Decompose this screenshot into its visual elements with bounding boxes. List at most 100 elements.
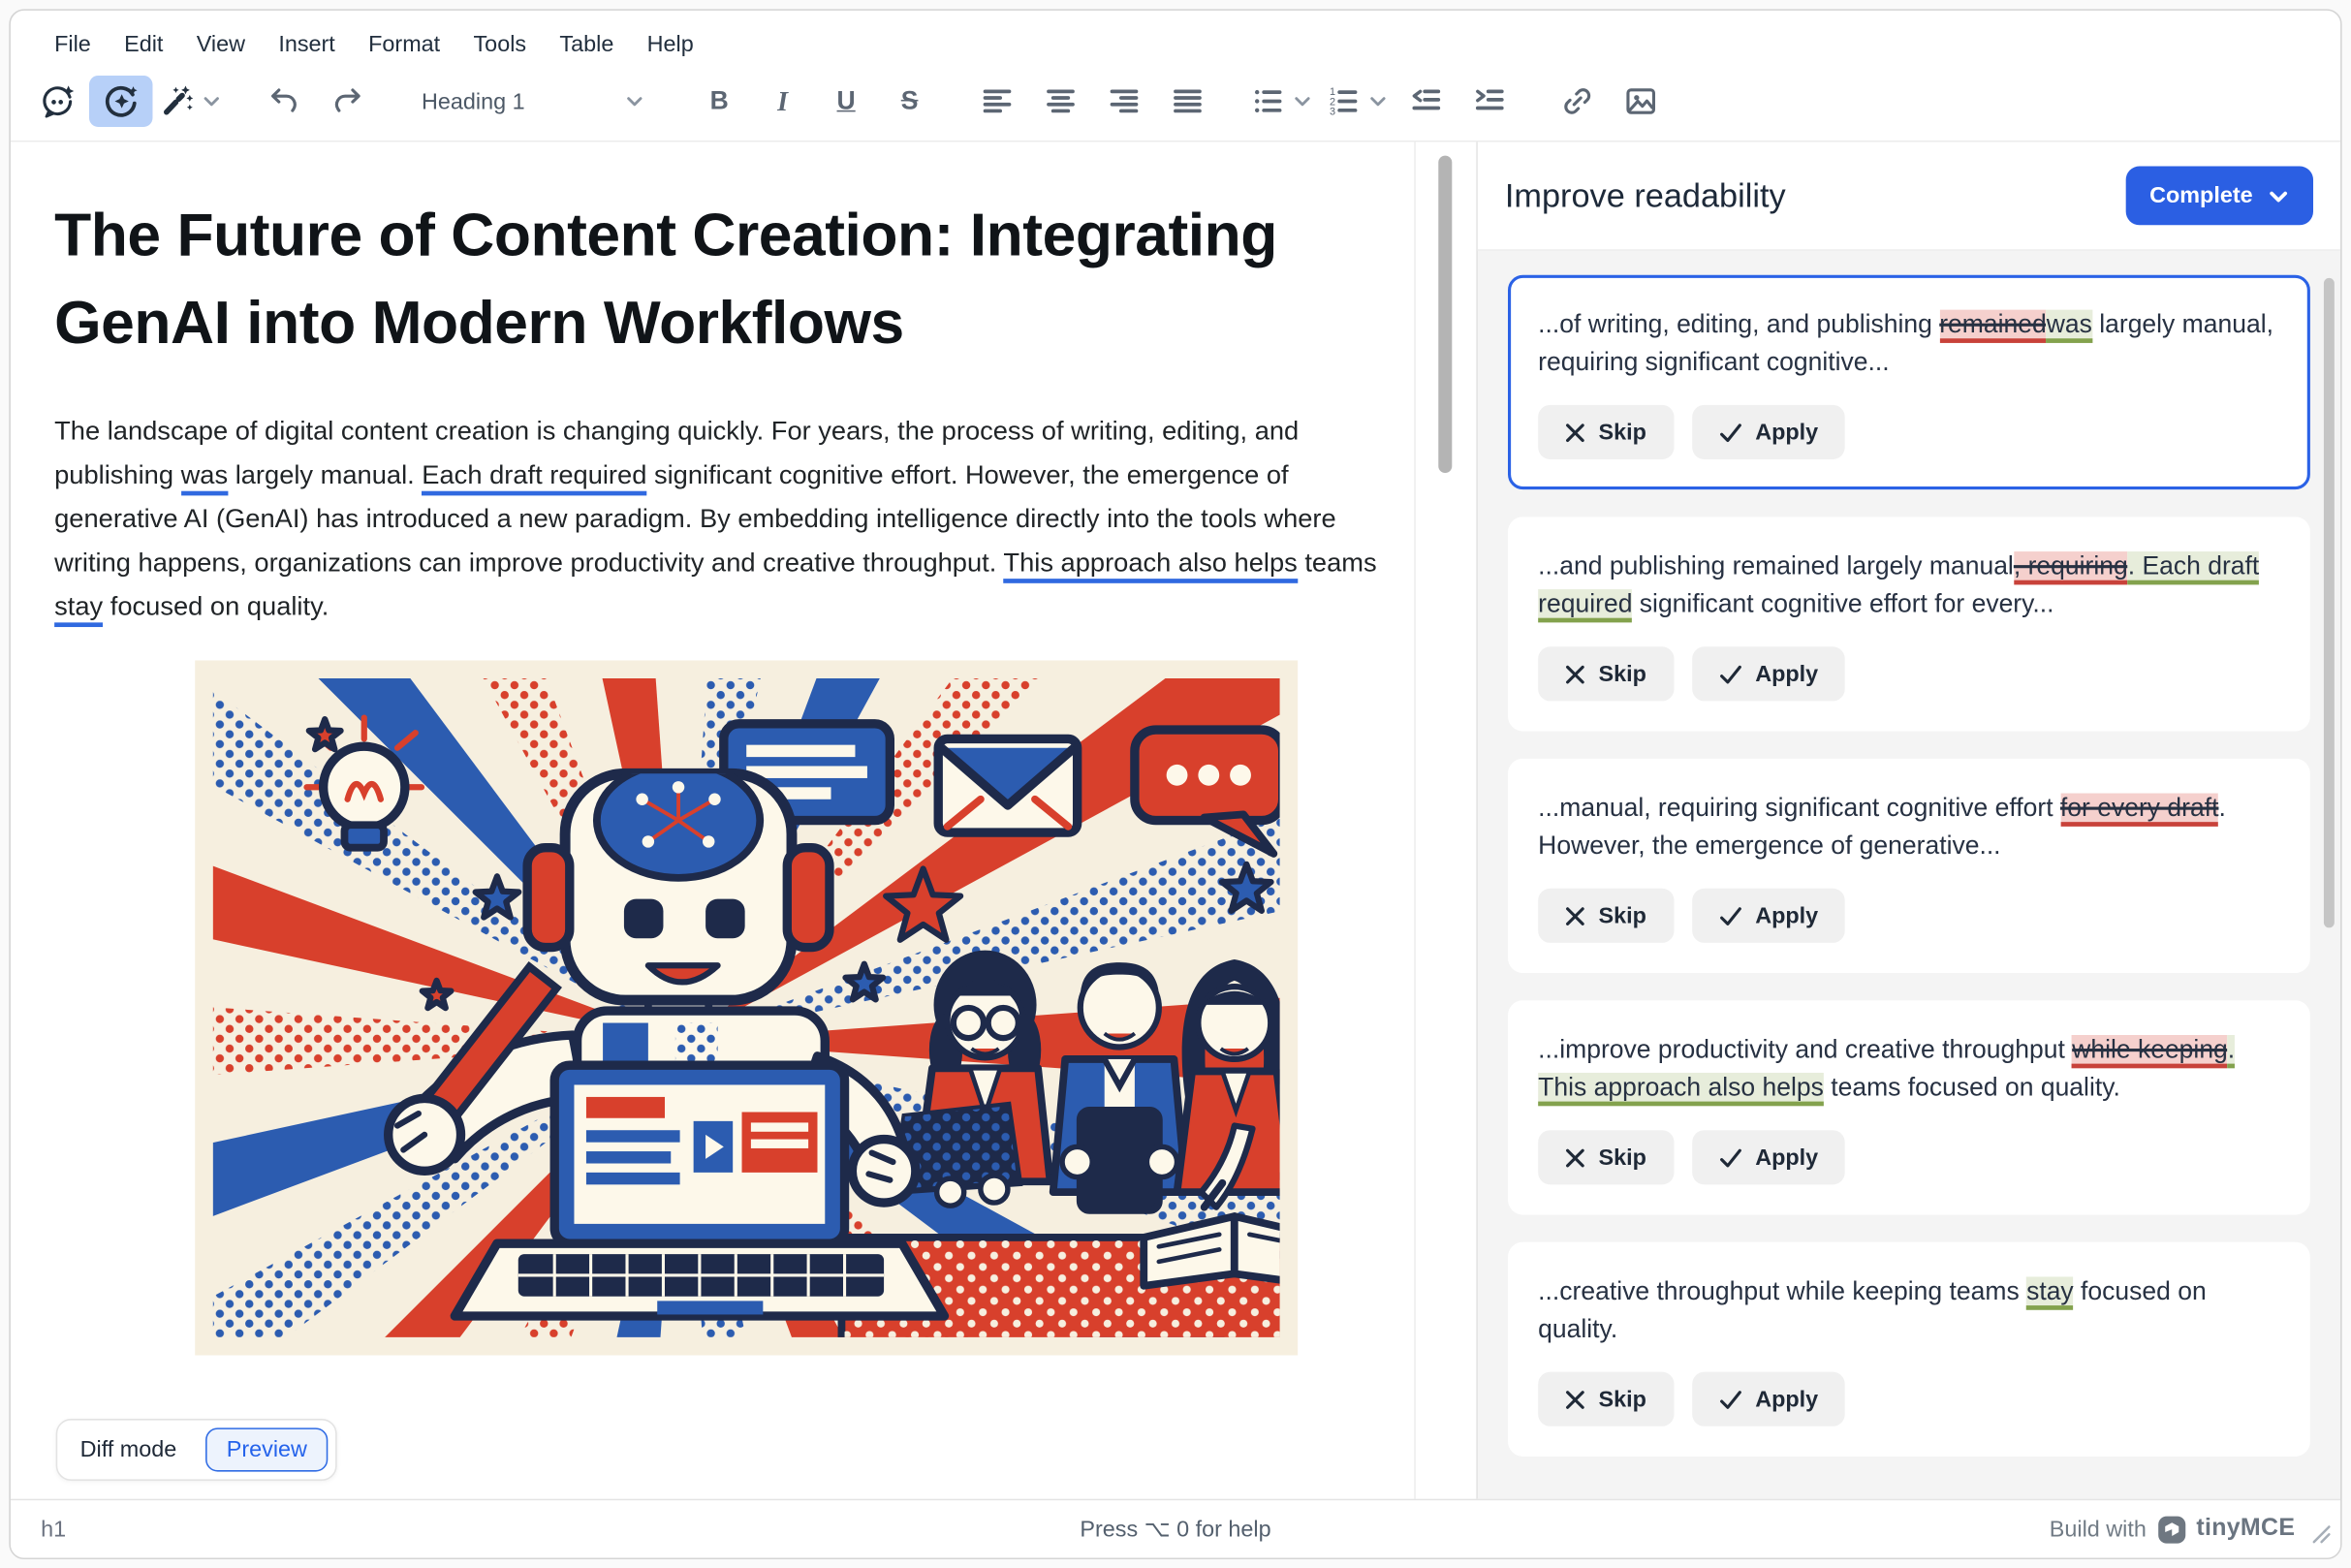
skip-button[interactable]: Skip (1538, 646, 1674, 701)
help-hint: Press ⌥ 0 for help (11, 1516, 2340, 1543)
italic-icon: I (777, 85, 788, 117)
chevron-down-icon (2268, 187, 2289, 205)
readability-underline-text: This approach also helps (1003, 547, 1297, 582)
apply-button[interactable]: Apply (1692, 646, 1846, 701)
context-text: ...improve productivity and creative thr… (1538, 1035, 2072, 1064)
menu-bar: FileEditViewInsertFormatToolsTableHelp (11, 11, 2340, 68)
deleted-text: , requiring (2014, 551, 2128, 584)
toolbar-group-ai (26, 76, 229, 127)
chevron-down-icon[interactable] (1292, 92, 1313, 110)
skip-button-label: Skip (1599, 903, 1646, 929)
chevron-down-icon[interactable] (1367, 92, 1389, 110)
toolbar-strikethrough-button[interactable]: S (878, 76, 941, 127)
toolbar-ai-chat-button[interactable] (26, 76, 89, 127)
toolbar-underline-button[interactable]: U (814, 76, 877, 127)
suggestion-card-4[interactable]: ...improve productivity and creative thr… (1508, 1000, 2310, 1214)
doc-heading: The Future of Content Creation: Integrat… (54, 192, 1354, 367)
apply-button[interactable]: Apply (1692, 1130, 1846, 1184)
diff-preview-toggle: Diff mode Preview (56, 1419, 337, 1481)
x-icon (1565, 1147, 1584, 1167)
menu-format[interactable]: Format (352, 24, 456, 65)
preview-button[interactable]: Preview (205, 1427, 329, 1471)
suggestion-card-2[interactable]: ...and publishing remained largely manua… (1508, 517, 2310, 731)
suggestion-text: ...creative throughput while keeping tea… (1538, 1272, 2280, 1348)
suggestion-card-3[interactable]: ...manual, requiring significant cogniti… (1508, 759, 2310, 973)
block-format-dropdown[interactable]: Heading 1 (403, 76, 663, 127)
menu-tools[interactable]: Tools (456, 24, 543, 65)
suggestion-text: ...improve productivity and creative thr… (1538, 1030, 2280, 1106)
ai-shortcuts-icon (159, 83, 195, 119)
card-actions: Skip Apply (1538, 889, 2280, 943)
inserted-text: stay (2026, 1276, 2074, 1309)
doc-text: focused on quality. (103, 591, 329, 621)
editor-pane[interactable]: The Future of Content Creation: Integrat… (11, 142, 1416, 1499)
toolbar-image-button[interactable] (1609, 76, 1672, 127)
toolbar-undo-button[interactable] (252, 76, 315, 127)
toolbar-align-right-button[interactable] (1092, 76, 1155, 127)
context-text: ...creative throughput while keeping tea… (1538, 1276, 2026, 1305)
toolbar-group-lists: 123 (1243, 76, 1521, 127)
skip-button[interactable]: Skip (1538, 1372, 1674, 1427)
complete-button[interactable]: Complete (2125, 167, 2313, 226)
diff-mode-button[interactable]: Diff mode (65, 1427, 192, 1471)
deleted-text: for every draft (2060, 794, 2219, 827)
brand-prefix: Build with (2050, 1517, 2147, 1543)
suggestion-card-1[interactable]: ...of writing, editing, and publishing r… (1508, 275, 2310, 489)
toolbar-italic-button[interactable]: I (751, 76, 814, 127)
card-actions: Skip Apply (1538, 405, 2280, 459)
context-text: significant cognitive effort for every..… (1632, 589, 2053, 618)
toolbar-group-align (965, 76, 1219, 127)
status-bar: Press ⌥ 0 for help h1 Build with tinyMCE (11, 1499, 2340, 1558)
toolbar-align-justify-button[interactable] (1156, 76, 1219, 127)
chevron-down-icon (624, 92, 645, 110)
menu-insert[interactable]: Insert (262, 24, 352, 65)
suggestion-card-5[interactable]: ...creative throughput while keeping tea… (1508, 1242, 2310, 1457)
apply-button[interactable]: Apply (1692, 405, 1846, 459)
skip-button[interactable]: Skip (1538, 1130, 1674, 1184)
check-icon (1719, 1390, 1741, 1409)
suggestion-text: ...of writing, editing, and publishing r… (1538, 305, 2280, 381)
toolbar-numbered-list-button[interactable]: 123 (1319, 76, 1395, 127)
menu-edit[interactable]: Edit (108, 24, 180, 65)
main-area: The Future of Content Creation: Integrat… (11, 141, 2340, 1499)
readability-panel: Improve readability Complete ...of writi… (1476, 142, 2340, 1499)
toolbar-bullet-list-button[interactable] (1243, 76, 1319, 127)
context-text: ...and publishing remained largely manua… (1538, 551, 2014, 580)
menu-view[interactable]: View (180, 24, 263, 65)
toolbar-outdent-button[interactable] (1395, 76, 1458, 127)
toolbar-align-left-button[interactable] (965, 76, 1028, 127)
skip-button[interactable]: Skip (1538, 889, 1674, 943)
indent-icon (1472, 83, 1508, 119)
toolbar-link-button[interactable] (1546, 76, 1609, 127)
svg-text:3: 3 (1330, 106, 1335, 117)
toolbar-bold-button[interactable]: B (687, 76, 750, 127)
toolbar-ai-shortcuts-button[interactable] (152, 76, 228, 127)
doc-text: largely manual. (228, 459, 422, 489)
apply-button-label: Apply (1755, 420, 1818, 446)
suggestion-text: ...manual, requiring significant cogniti… (1538, 789, 2280, 864)
panel-header: Improve readability Complete (1478, 142, 2340, 251)
skip-button[interactable]: Skip (1538, 405, 1674, 459)
brand-name[interactable]: tinyMCE (2196, 1516, 2295, 1543)
ai-chat-icon (40, 83, 76, 119)
apply-button[interactable]: Apply (1692, 1372, 1846, 1427)
menu-file[interactable]: File (38, 24, 108, 65)
toolbar-redo-button[interactable] (316, 76, 379, 127)
toolbar-indent-button[interactable] (1458, 76, 1521, 127)
editor-scrollbar-thumb[interactable] (1438, 156, 1452, 473)
check-icon (1719, 1147, 1741, 1167)
align-center-icon (1043, 83, 1079, 119)
panel-title: Improve readability (1505, 176, 1786, 216)
redo-icon (329, 83, 365, 119)
apply-button[interactable]: Apply (1692, 889, 1846, 943)
context-text: ...manual, requiring significant cogniti… (1538, 794, 2060, 823)
menu-table[interactable]: Table (543, 24, 630, 65)
strikethrough-icon: S (901, 86, 919, 116)
toolbar-ai-review-button[interactable] (89, 76, 152, 127)
editor-scrollbar[interactable] (1416, 142, 1476, 1499)
toolbar-group-insert (1546, 76, 1673, 127)
menu-help[interactable]: Help (630, 24, 709, 65)
chevron-down-icon[interactable] (201, 92, 222, 110)
panel-scrollbar-thumb[interactable] (2324, 278, 2335, 927)
toolbar-align-center-button[interactable] (1029, 76, 1092, 127)
